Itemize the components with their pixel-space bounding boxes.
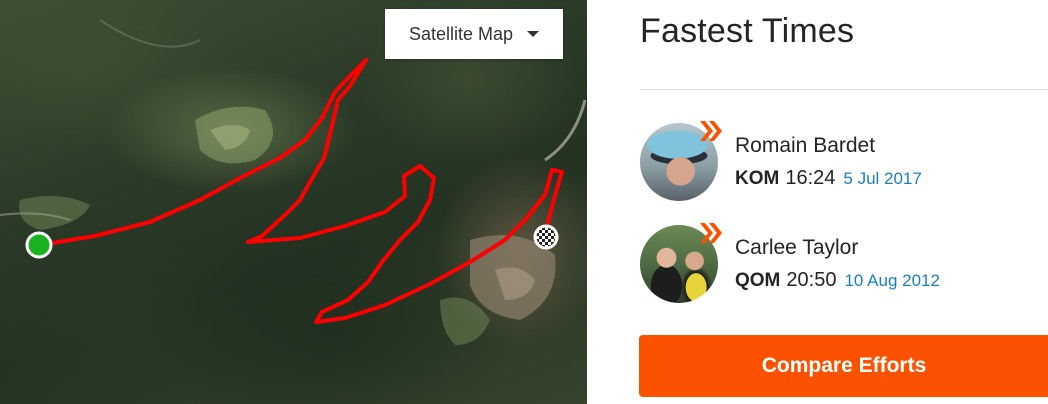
- kom-badge: KOM: [735, 168, 780, 189]
- athlete-name-link[interactable]: Romain Bardet: [735, 134, 922, 158]
- effort-date-link[interactable]: 5 Jul 2017: [843, 169, 921, 189]
- panel-title: Fastest Times: [640, 12, 855, 50]
- effort-time: 20:50: [786, 269, 837, 291]
- start-marker-icon[interactable]: [25, 231, 53, 259]
- map-type-label: Satellite Map: [408, 23, 514, 44]
- crown-chevrons-icon: [700, 223, 722, 243]
- leader-info: Carlee Taylor QOM 20:50 10 Aug 2012: [735, 236, 940, 292]
- effort-date-link[interactable]: 10 Aug 2012: [844, 271, 939, 291]
- segment-map[interactable]: Satellite Map: [0, 0, 587, 404]
- qom-badge: QOM: [735, 270, 781, 291]
- caret-down-icon: [527, 31, 540, 37]
- divider: [640, 89, 1048, 90]
- finish-flag-icon[interactable]: [533, 224, 559, 250]
- leader-row-kom: Romain Bardet KOM 16:24 5 Jul 2017: [640, 121, 1048, 202]
- segment-view: Satellite Map Fastest Times Romain Barde…: [0, 0, 1048, 404]
- leader-row-qom: Carlee Taylor QOM 20:50 10 Aug 2012: [640, 223, 1048, 304]
- leader-stat: KOM 16:24 5 Jul 2017: [735, 167, 922, 190]
- avatar-wrap[interactable]: [640, 121, 722, 201]
- compare-efforts-button[interactable]: Compare Efforts: [639, 335, 1048, 397]
- leaderboard-panel: Fastest Times Romain Bardet KOM 16:24 5 …: [587, 0, 1048, 404]
- map-type-dropdown[interactable]: Satellite Map: [385, 9, 563, 59]
- effort-time: 16:24: [785, 167, 836, 189]
- athlete-name-link[interactable]: Carlee Taylor: [735, 236, 940, 260]
- crown-chevrons-icon: [700, 121, 722, 141]
- leader-info: Romain Bardet KOM 16:24 5 Jul 2017: [735, 134, 922, 190]
- avatar-wrap[interactable]: [640, 223, 722, 303]
- map-terrain: [0, 19, 587, 345]
- leader-stat: QOM 20:50 10 Aug 2012: [735, 269, 940, 292]
